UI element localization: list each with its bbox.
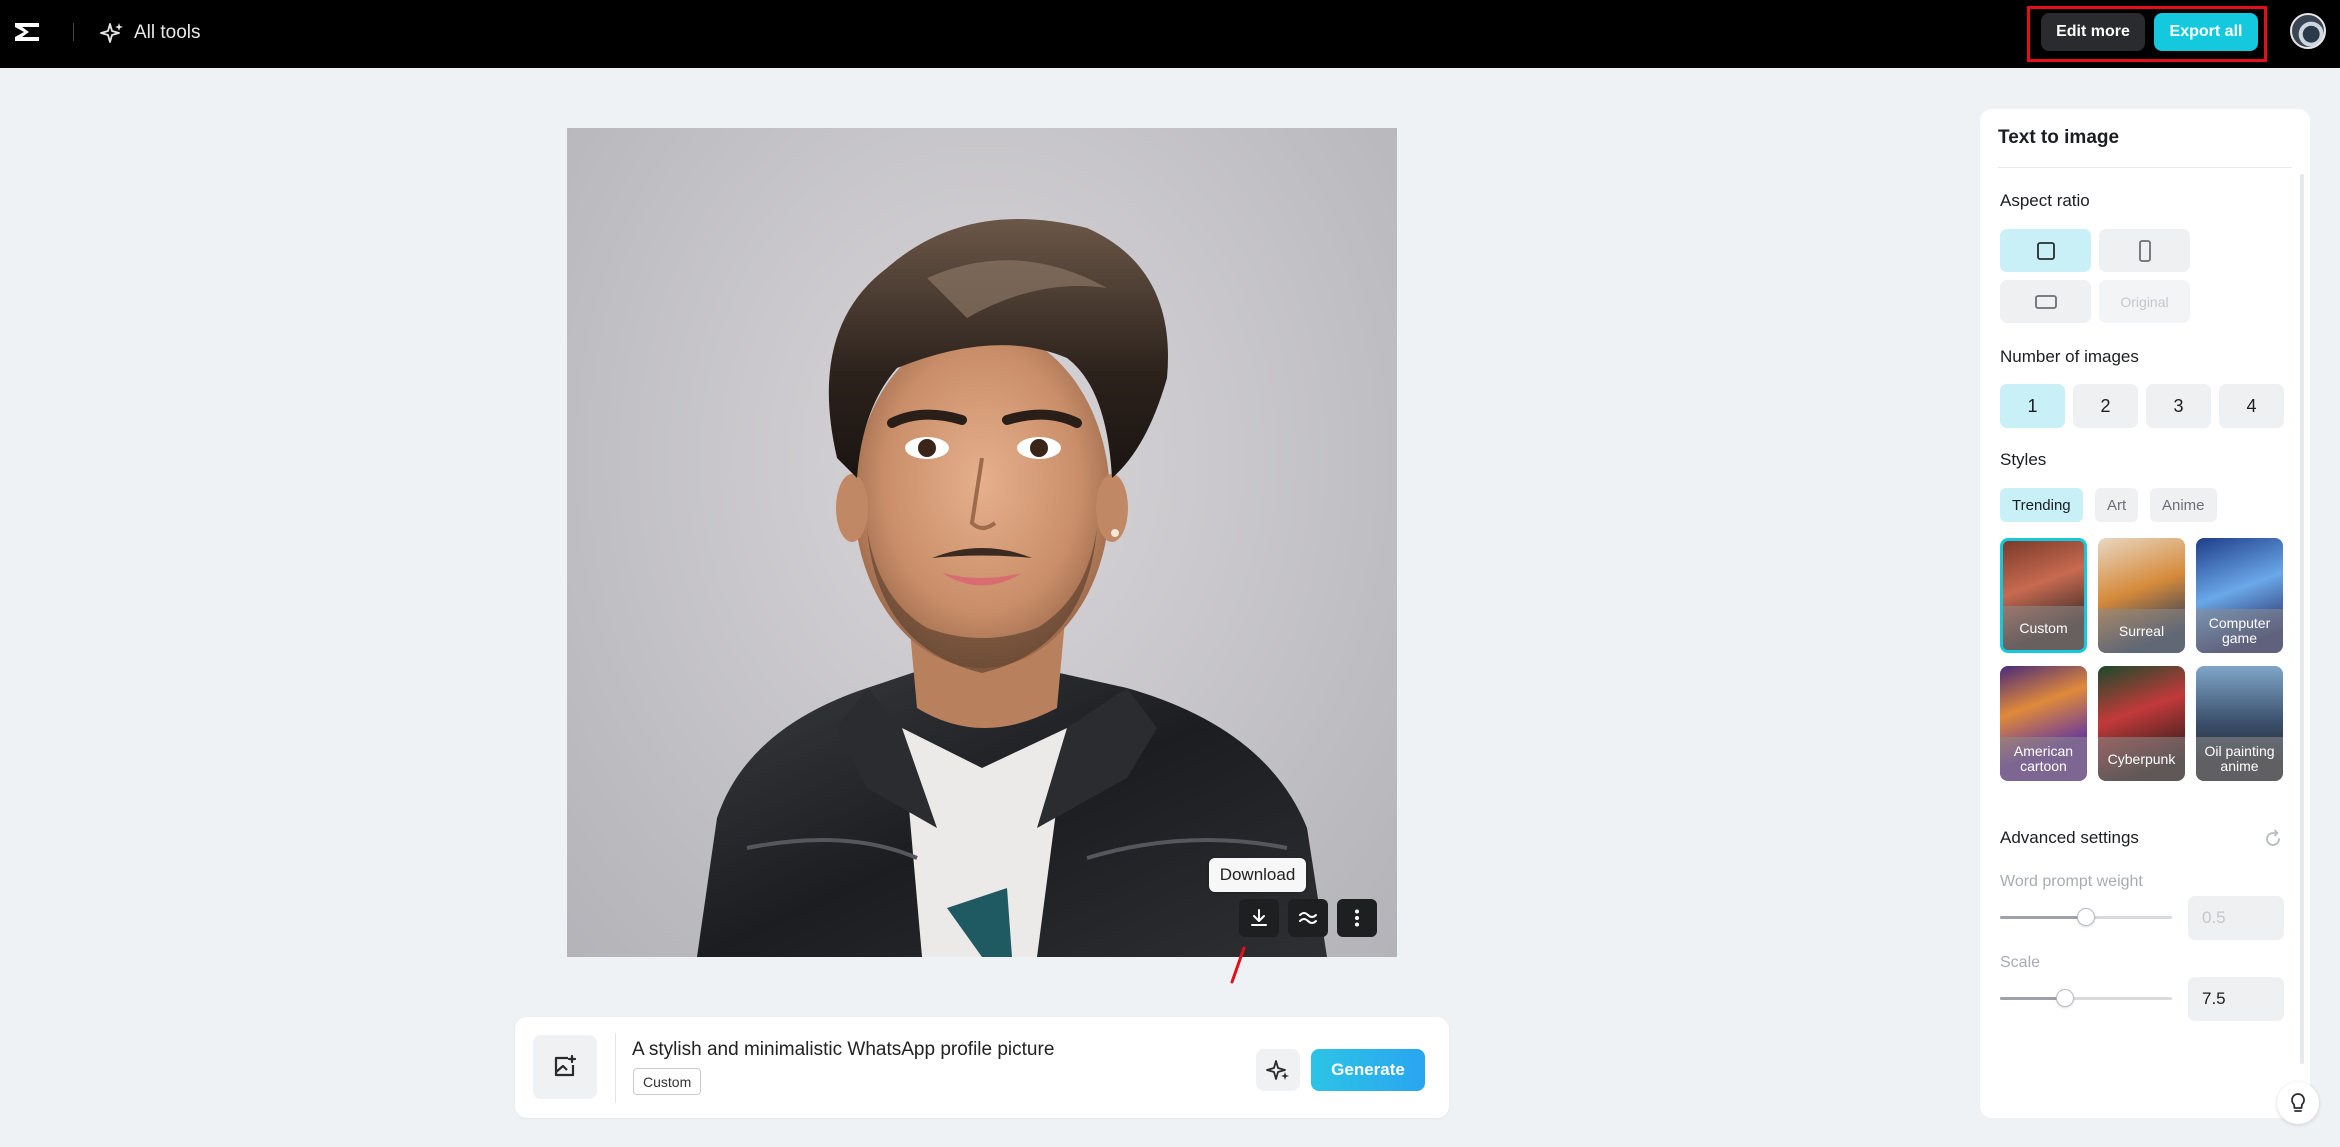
- tab-anime[interactable]: Anime: [2150, 488, 2217, 522]
- landscape-ratio-icon: [2034, 294, 2057, 309]
- scale-input[interactable]: 7.5: [2188, 977, 2284, 1021]
- export-all-button[interactable]: Export all: [2154, 13, 2258, 51]
- style-card-cyberpunk[interactable]: Cyberpunk: [2098, 666, 2185, 781]
- images-count-3[interactable]: 3: [2146, 384, 2211, 428]
- portrait-ratio-icon: [2138, 239, 2151, 262]
- advanced-settings-label: Advanced settings: [2000, 828, 2139, 847]
- panel-divider: [1998, 167, 2292, 168]
- all-tools-button[interactable]: All tools: [100, 18, 201, 48]
- style-card-label: Oil painting anime: [2196, 737, 2283, 781]
- images-count-4[interactable]: 4: [2219, 384, 2284, 428]
- style-card-oil-painting-anime[interactable]: Oil painting anime: [2196, 666, 2283, 781]
- download-icon: [1251, 909, 1267, 926]
- images-count-1[interactable]: 1: [2000, 384, 2065, 428]
- word-prompt-weight-label: Word prompt weight: [2000, 873, 2143, 890]
- settings-panel: Text to image Aspect ratio Original Numb…: [1980, 109, 2310, 1118]
- magic-sparkle-icon: [1266, 1060, 1289, 1080]
- inspiration-button[interactable]: [1256, 1049, 1300, 1091]
- style-card-american-cartoon[interactable]: American cartoon: [2000, 666, 2087, 781]
- prompt-bar: A stylish and minimalistic WhatsApp prof…: [515, 1017, 1449, 1118]
- scale-slider[interactable]: [2000, 989, 2172, 1007]
- styles-label: Styles: [2000, 450, 2047, 469]
- header-divider: [73, 23, 74, 41]
- top-bar: All tools Edit more Export all: [0, 0, 2340, 68]
- slider-fill: [2000, 916, 2086, 919]
- aspect-original-button[interactable]: Original: [2099, 280, 2190, 323]
- aspect-square-button[interactable]: [2000, 229, 2091, 272]
- capcut-logo-icon[interactable]: [12, 17, 42, 47]
- upscale-button[interactable]: [1288, 899, 1328, 937]
- style-card-label: Cyberpunk: [2098, 737, 2185, 781]
- edit-more-button[interactable]: Edit more: [2041, 13, 2145, 51]
- sparkle-icon: [100, 23, 123, 43]
- prompt-divider: [615, 1033, 616, 1103]
- slider-thumb[interactable]: [2056, 989, 2075, 1007]
- aspect-original-label: Original: [2120, 293, 2169, 310]
- panel-title: Text to image: [1998, 127, 2120, 148]
- avatar[interactable]: [2290, 13, 2326, 49]
- wave-icon: [1299, 912, 1317, 924]
- style-card-surreal[interactable]: Surreal: [2098, 538, 2185, 653]
- aspect-landscape-button[interactable]: [2000, 280, 2091, 323]
- style-card-computer-game[interactable]: Computer game: [2196, 538, 2283, 653]
- style-card-label: Surreal: [2098, 609, 2185, 653]
- style-tag[interactable]: Custom: [633, 1068, 702, 1095]
- style-card-label: American cartoon: [2000, 737, 2087, 781]
- slider-thumb[interactable]: [2077, 908, 2095, 926]
- lightbulb-icon: [2291, 1093, 2305, 1112]
- download-button[interactable]: [1239, 899, 1279, 937]
- portrait-illustration: [697, 219, 1327, 957]
- add-reference-image-button[interactable]: [533, 1035, 597, 1099]
- tab-trending[interactable]: Trending: [2000, 488, 2083, 522]
- images-count-2[interactable]: 2: [2073, 384, 2138, 428]
- panel-scrollbar[interactable]: [2300, 174, 2304, 1064]
- download-tooltip: Download: [1209, 858, 1306, 892]
- tab-art[interactable]: Art: [2095, 488, 2139, 522]
- style-card-label: Computer game: [2196, 609, 2283, 653]
- more-vertical-icon: [1355, 909, 1359, 927]
- all-tools-label: All tools: [134, 22, 201, 43]
- image-plus-icon: [554, 1054, 577, 1077]
- generated-image[interactable]: [567, 128, 1397, 957]
- square-ratio-icon: [2036, 241, 2055, 260]
- word-prompt-weight-input[interactable]: 0.5: [2188, 896, 2284, 940]
- generate-button[interactable]: Generate: [1311, 1049, 1425, 1091]
- aspect-portrait-button[interactable]: [2099, 229, 2190, 272]
- reset-icon[interactable]: [2262, 828, 2284, 850]
- prompt-input[interactable]: A stylish and minimalistic WhatsApp prof…: [632, 1039, 1054, 1061]
- word-prompt-weight-slider[interactable]: [2000, 908, 2172, 926]
- more-options-button[interactable]: [1337, 899, 1377, 937]
- style-card-custom[interactable]: Custom: [2000, 538, 2087, 653]
- aspect-ratio-label: Aspect ratio: [2000, 191, 2090, 210]
- scale-label: Scale: [2000, 954, 2041, 971]
- help-button[interactable]: [2277, 1082, 2319, 1124]
- annotation-arrow: [1230, 946, 1246, 984]
- style-card-label: Custom: [2003, 606, 2084, 650]
- number-of-images-label: Number of images: [2000, 347, 2139, 366]
